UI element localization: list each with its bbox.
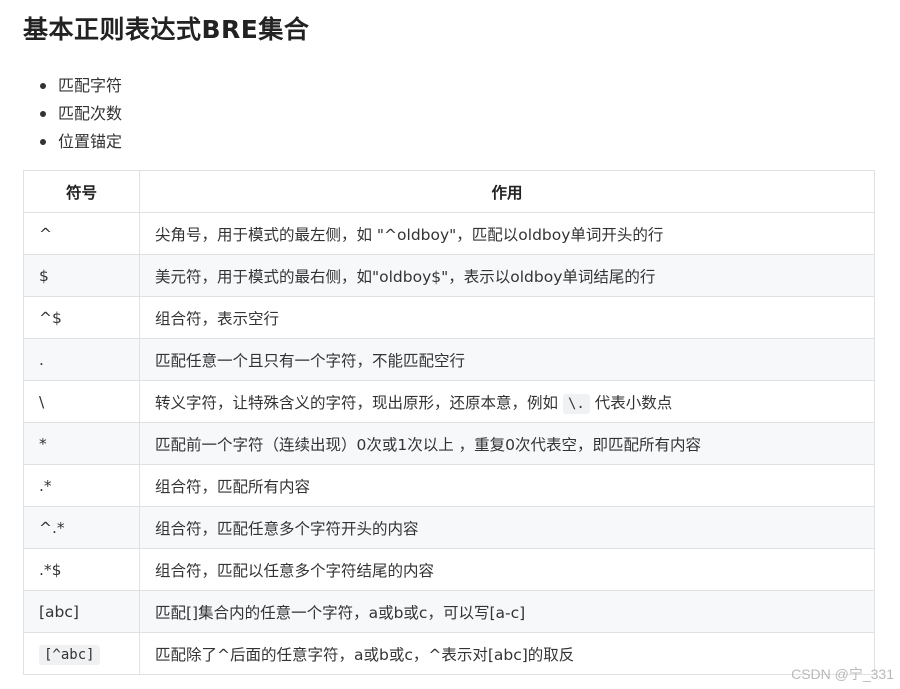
symbol-cell: .*$ — [23, 548, 140, 591]
symbol-cell: \ — [23, 380, 140, 423]
page-title: 基本正则表达式BRE集合 — [23, 15, 310, 44]
table-row: .*$ 组合符，匹配以任意多个字符结尾的内容 — [23, 548, 875, 591]
description-cell: 匹配[]集合内的任意一个字符，a或b或c，可以写[a-c] — [139, 590, 875, 633]
symbol-cell: $ — [23, 254, 140, 297]
symbol-cell: ^ — [23, 212, 140, 255]
symbol-cell: [abc] — [23, 590, 140, 633]
table-row: \ 转义字符，让特殊含义的字符，现出原形，还原本意，例如 \. 代表小数点 — [23, 380, 875, 423]
description-cell: 组合符，表示空行 — [139, 296, 875, 339]
list-item: 位置锚定 — [38, 128, 122, 156]
header-symbol: 符号 — [23, 170, 140, 213]
header-function: 作用 — [139, 170, 875, 213]
description-text: 转义字符，让特殊含义的字符，现出原形，还原本意，例如 — [155, 393, 563, 412]
description-cell: 匹配前一个字符（连续出现）0次或1次以上 ，重复0次代表空，即匹配所有内容 — [139, 422, 875, 465]
list-item: 匹配次数 — [38, 100, 122, 128]
bullet-list: 匹配字符 匹配次数 位置锚定 — [38, 72, 122, 156]
description-cell: 匹配除了^后面的任意字符，a或b或c，^表示对[abc]的取反 — [139, 632, 875, 675]
table-header-row: 符号 作用 — [23, 170, 875, 213]
regex-table: 符号 作用 ^ 尖角号，用于模式的最左侧，如 "^oldboy"，匹配以oldb… — [23, 170, 875, 675]
table-row: $ 美元符，用于模式的最右侧，如"oldboy$"，表示以oldboy单词结尾的… — [23, 254, 875, 297]
inline-code: [^abc] — [39, 644, 100, 665]
inline-code: \. — [562, 393, 590, 414]
description-cell: 组合符，匹配任意多个字符开头的内容 — [139, 506, 875, 549]
description-cell: 转义字符，让特殊含义的字符，现出原形，还原本意，例如 \. 代表小数点 — [139, 380, 875, 423]
description-cell: 匹配任意一个且只有一个字符，不能匹配空行 — [139, 338, 875, 381]
description-cell: 尖角号，用于模式的最左侧，如 "^oldboy"，匹配以oldboy单词开头的行 — [139, 212, 875, 255]
symbol-cell: ^$ — [23, 296, 140, 339]
watermark: CSDN @宁_331 — [791, 666, 894, 682]
symbol-cell: .* — [23, 464, 140, 507]
table-row: ^$ 组合符，表示空行 — [23, 296, 875, 339]
description-cell: 组合符，匹配所有内容 — [139, 464, 875, 507]
table-row: * 匹配前一个字符（连续出现）0次或1次以上 ，重复0次代表空，即匹配所有内容 — [23, 422, 875, 465]
list-item: 匹配字符 — [38, 72, 122, 100]
table-row: ^.* 组合符，匹配任意多个字符开头的内容 — [23, 506, 875, 549]
document-page: 基本正则表达式BRE集合 匹配字符 匹配次数 位置锚定 符号 作用 ^ 尖角号，… — [0, 0, 900, 689]
description-cell: 美元符，用于模式的最右侧，如"oldboy$"，表示以oldboy单词结尾的行 — [139, 254, 875, 297]
symbol-cell: . — [23, 338, 140, 381]
description-cell: 组合符，匹配以任意多个字符结尾的内容 — [139, 548, 875, 591]
symbol-cell: * — [23, 422, 140, 465]
table-row: [^abc] 匹配除了^后面的任意字符，a或b或c，^表示对[abc]的取反 — [23, 632, 875, 675]
table-row: [abc] 匹配[]集合内的任意一个字符，a或b或c，可以写[a-c] — [23, 590, 875, 633]
table-row: .* 组合符，匹配所有内容 — [23, 464, 875, 507]
symbol-cell: ^.* — [23, 506, 140, 549]
table-row: ^ 尖角号，用于模式的最左侧，如 "^oldboy"，匹配以oldboy单词开头… — [23, 212, 875, 255]
symbol-cell: [^abc] — [23, 632, 140, 675]
description-text: 代表小数点 — [589, 393, 673, 412]
table-row: . 匹配任意一个且只有一个字符，不能匹配空行 — [23, 338, 875, 381]
